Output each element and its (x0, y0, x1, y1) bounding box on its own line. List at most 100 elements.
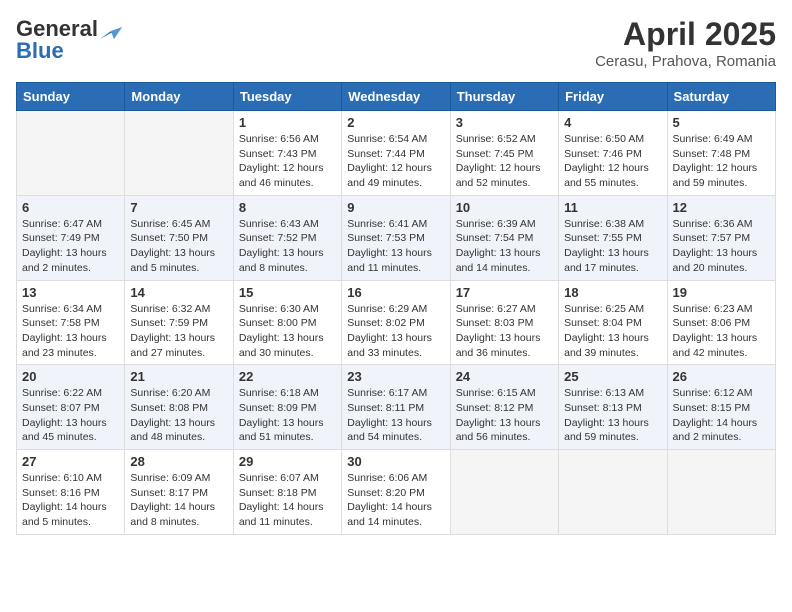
day-detail: Sunrise: 6:12 AMSunset: 8:15 PMDaylight:… (673, 386, 770, 445)
day-number: 7 (130, 200, 227, 215)
calendar-cell: 24 Sunrise: 6:15 AMSunset: 8:12 PMDayligh… (450, 365, 558, 450)
calendar-cell: 5Sunrise: 6:49 AMSunset: 7:48 PMDaylight… (667, 111, 775, 196)
day-number: 30 (347, 454, 444, 469)
calendar-week-row: 20 Sunrise: 6:22 AMSunset: 8:07 PMDayligh… (17, 365, 776, 450)
day-number: 10 (456, 200, 553, 215)
day-detail: Sunrise: 6:10 AMSunset: 8:16 PMDaylight:… (22, 471, 119, 530)
calendar-cell: 15 Sunrise: 6:30 AMSunset: 8:00 PMDayligh… (233, 280, 341, 365)
location-title: Cerasu, Prahova, Romania (595, 53, 776, 70)
day-number: 15 (239, 285, 336, 300)
calendar-cell: 20 Sunrise: 6:22 AMSunset: 8:07 PMDayligh… (17, 365, 125, 450)
day-number: 24 (456, 369, 553, 384)
day-detail: Sunrise: 6:07 AMSunset: 8:18 PMDaylight:… (239, 471, 336, 530)
day-number: 25 (564, 369, 661, 384)
calendar-cell: 16Sunrise: 6:29 AMSunset: 8:02 PMDayligh… (342, 280, 450, 365)
day-number: 13 (22, 285, 119, 300)
day-number: 19 (673, 285, 770, 300)
calendar-cell: 4 Sunrise: 6:50 AMSunset: 7:46 PMDaylight… (559, 111, 667, 196)
calendar-cell: 19 Sunrise: 6:23 AMSunset: 8:06 PMDayligh… (667, 280, 775, 365)
day-number: 20 (22, 369, 119, 384)
logo: General Blue (16, 16, 122, 64)
weekday-header-friday: Friday (559, 83, 667, 111)
day-number: 2 (347, 115, 444, 130)
day-number: 1 (239, 115, 336, 130)
calendar-cell (17, 111, 125, 196)
day-number: 11 (564, 200, 661, 215)
day-number: 17 (456, 285, 553, 300)
calendar-week-row: 6 Sunrise: 6:47 AMSunset: 7:49 PMDaylight… (17, 195, 776, 280)
day-number: 6 (22, 200, 119, 215)
calendar-cell: 1 Sunrise: 6:56 AMSunset: 7:43 PMDaylight… (233, 111, 341, 196)
day-number: 8 (239, 200, 336, 215)
day-detail: Sunrise: 6:30 AMSunset: 8:00 PMDaylight:… (239, 302, 336, 361)
day-detail: Sunrise: 6:09 AMSunset: 8:17 PMDaylight:… (130, 471, 227, 530)
calendar-cell: 12 Sunrise: 6:36 AMSunset: 7:57 PMDayligh… (667, 195, 775, 280)
calendar-cell: 6 Sunrise: 6:47 AMSunset: 7:49 PMDaylight… (17, 195, 125, 280)
day-number: 23 (347, 369, 444, 384)
calendar-cell: 10 Sunrise: 6:39 AMSunset: 7:54 PMDayligh… (450, 195, 558, 280)
day-detail: Sunrise: 6:47 AMSunset: 7:49 PMDaylight:… (22, 217, 119, 276)
day-detail: Sunrise: 6:39 AMSunset: 7:54 PMDaylight:… (456, 217, 553, 276)
weekday-header-saturday: Saturday (667, 83, 775, 111)
day-number: 14 (130, 285, 227, 300)
calendar-cell: 7 Sunrise: 6:45 AMSunset: 7:50 PMDaylight… (125, 195, 233, 280)
day-detail: Sunrise: 6:15 AMSunset: 8:12 PMDaylight:… (456, 386, 553, 445)
calendar-cell: 23 Sunrise: 6:17 AMSunset: 8:11 PMDayligh… (342, 365, 450, 450)
calendar-cell: 30 Sunrise: 6:06 AMSunset: 8:20 PMDayligh… (342, 450, 450, 535)
day-detail: Sunrise: 6:38 AMSunset: 7:55 PMDaylight:… (564, 217, 661, 276)
day-detail: Sunrise: 6:32 AMSunset: 7:59 PMDaylight:… (130, 302, 227, 361)
day-detail: Sunrise: 6:22 AMSunset: 8:07 PMDaylight:… (22, 386, 119, 445)
month-title: April 2025 (595, 16, 776, 53)
calendar-table: SundayMondayTuesdayWednesdayThursdayFrid… (16, 82, 776, 535)
day-detail: Sunrise: 6:25 AMSunset: 8:04 PMDaylight:… (564, 302, 661, 361)
weekday-header-monday: Monday (125, 83, 233, 111)
day-detail: Sunrise: 6:56 AMSunset: 7:43 PMDaylight:… (239, 132, 336, 191)
day-detail: Sunrise: 6:23 AMSunset: 8:06 PMDaylight:… (673, 302, 770, 361)
day-detail: Sunrise: 6:13 AMSunset: 8:13 PMDaylight:… (564, 386, 661, 445)
calendar-cell: 26 Sunrise: 6:12 AMSunset: 8:15 PMDayligh… (667, 365, 775, 450)
day-number: 12 (673, 200, 770, 215)
calendar-cell: 28Sunrise: 6:09 AMSunset: 8:17 PMDayligh… (125, 450, 233, 535)
calendar-week-row: 13Sunrise: 6:34 AMSunset: 7:58 PMDayligh… (17, 280, 776, 365)
calendar-cell (450, 450, 558, 535)
day-detail: Sunrise: 6:17 AMSunset: 8:11 PMDaylight:… (347, 386, 444, 445)
calendar-cell: 17Sunrise: 6:27 AMSunset: 8:03 PMDayligh… (450, 280, 558, 365)
day-number: 4 (564, 115, 661, 130)
calendar-title-area: April 2025 Cerasu, Prahova, Romania (595, 16, 776, 70)
weekday-header-row: SundayMondayTuesdayWednesdayThursdayFrid… (17, 83, 776, 111)
calendar-cell: 2 Sunrise: 6:54 AMSunset: 7:44 PMDaylight… (342, 111, 450, 196)
weekday-header-sunday: Sunday (17, 83, 125, 111)
weekday-header-thursday: Thursday (450, 83, 558, 111)
calendar-cell: 18Sunrise: 6:25 AMSunset: 8:04 PMDayligh… (559, 280, 667, 365)
calendar-cell: 22 Sunrise: 6:18 AMSunset: 8:09 PMDayligh… (233, 365, 341, 450)
calendar-cell: 3Sunrise: 6:52 AMSunset: 7:45 PMDaylight… (450, 111, 558, 196)
day-number: 26 (673, 369, 770, 384)
day-detail: Sunrise: 6:20 AMSunset: 8:08 PMDaylight:… (130, 386, 227, 445)
calendar-cell: 13Sunrise: 6:34 AMSunset: 7:58 PMDayligh… (17, 280, 125, 365)
calendar-cell (667, 450, 775, 535)
calendar-cell (559, 450, 667, 535)
day-detail: Sunrise: 6:54 AMSunset: 7:44 PMDaylight:… (347, 132, 444, 191)
calendar-cell: 9Sunrise: 6:41 AMSunset: 7:53 PMDaylight… (342, 195, 450, 280)
calendar-cell: 8 Sunrise: 6:43 AMSunset: 7:52 PMDaylight… (233, 195, 341, 280)
day-detail: Sunrise: 6:43 AMSunset: 7:52 PMDaylight:… (239, 217, 336, 276)
calendar-cell: 14 Sunrise: 6:32 AMSunset: 7:59 PMDayligh… (125, 280, 233, 365)
day-number: 16 (347, 285, 444, 300)
day-number: 3 (456, 115, 553, 130)
calendar-cell: 21Sunrise: 6:20 AMSunset: 8:08 PMDayligh… (125, 365, 233, 450)
day-detail: Sunrise: 6:49 AMSunset: 7:48 PMDaylight:… (673, 132, 770, 191)
weekday-header-tuesday: Tuesday (233, 83, 341, 111)
weekday-header-wednesday: Wednesday (342, 83, 450, 111)
day-number: 27 (22, 454, 119, 469)
logo-bird-icon (100, 19, 122, 39)
day-detail: Sunrise: 6:18 AMSunset: 8:09 PMDaylight:… (239, 386, 336, 445)
day-number: 22 (239, 369, 336, 384)
day-detail: Sunrise: 6:50 AMSunset: 7:46 PMDaylight:… (564, 132, 661, 191)
day-detail: Sunrise: 6:45 AMSunset: 7:50 PMDaylight:… (130, 217, 227, 276)
calendar-week-row: 27 Sunrise: 6:10 AMSunset: 8:16 PMDayligh… (17, 450, 776, 535)
calendar-cell: 27 Sunrise: 6:10 AMSunset: 8:16 PMDayligh… (17, 450, 125, 535)
day-detail: Sunrise: 6:06 AMSunset: 8:20 PMDaylight:… (347, 471, 444, 530)
day-detail: Sunrise: 6:36 AMSunset: 7:57 PMDaylight:… (673, 217, 770, 276)
day-detail: Sunrise: 6:41 AMSunset: 7:53 PMDaylight:… (347, 217, 444, 276)
calendar-week-row: 1 Sunrise: 6:56 AMSunset: 7:43 PMDaylight… (17, 111, 776, 196)
